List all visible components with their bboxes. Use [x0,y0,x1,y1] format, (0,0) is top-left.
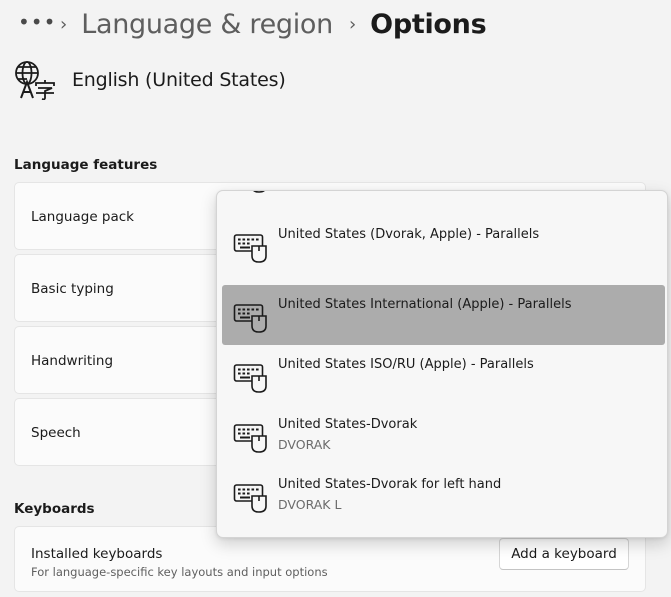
installed-keyboards-description: For language-specific key layouts and in… [31,565,328,579]
option-sublabel: DVORAK [278,437,331,452]
card-label: Basic typing [31,281,114,297]
keyboard-mouse-icon [233,234,267,263]
language-header: English (United States) [14,60,286,100]
add-keyboard-button[interactable]: Add a keyboard [499,538,629,570]
option-label: United States International (Apple) - Pa… [278,297,572,312]
section-title-keyboards: Keyboards [14,501,95,517]
keyboard-mouse-icon [253,191,265,193]
more-options-icon[interactable]: ••• [18,10,55,34]
option-sublabel: DVORAK L [278,497,342,512]
card-label: Handwriting [31,353,114,369]
page-title: Options [370,8,487,40]
keyboard-mouse-icon [233,424,267,453]
option-label: United States-Dvorak [278,417,418,432]
chevron-right-icon: › [60,13,68,35]
dropdown-option-selected[interactable]: United States International (Apple) - Pa… [222,285,665,345]
section-title-language-features: Language features [14,157,158,173]
breadcrumb: ••• › Language & region › Options [18,6,487,42]
dropdown-option[interactable]: United States-Dvorak DVORAK [222,405,665,465]
dropdown-option-partial[interactable] [222,191,665,205]
language-name: English (United States) [72,69,286,91]
breadcrumb-language-region[interactable]: Language & region [81,9,333,40]
keyboard-mouse-icon [233,484,267,513]
option-label: United States (Dvorak, Apple) - Parallel… [278,227,540,242]
keyboard-mouse-icon [233,364,267,393]
dropdown-option[interactable]: United States-Dvorak for left hand DVORA… [222,465,665,525]
language-icon [15,61,55,100]
chevron-right-icon: › [348,13,357,35]
installed-keyboards-label: Installed keyboards [31,546,163,562]
card-label: Speech [31,425,81,441]
option-label: United States-Dvorak for left hand [278,477,502,492]
dropdown-option[interactable]: United States ISO/RU (Apple) - Parallels [222,345,665,405]
keyboard-mouse-icon [233,304,267,333]
option-label: United States ISO/RU (Apple) - Parallels [278,357,534,372]
card-label: Language pack [31,209,134,225]
dropdown-option[interactable]: United States (Dvorak, Apple) - Parallel… [222,215,665,275]
keyboard-dropdown[interactable]: United States (Dvorak, Apple) - Parallel… [216,190,668,538]
